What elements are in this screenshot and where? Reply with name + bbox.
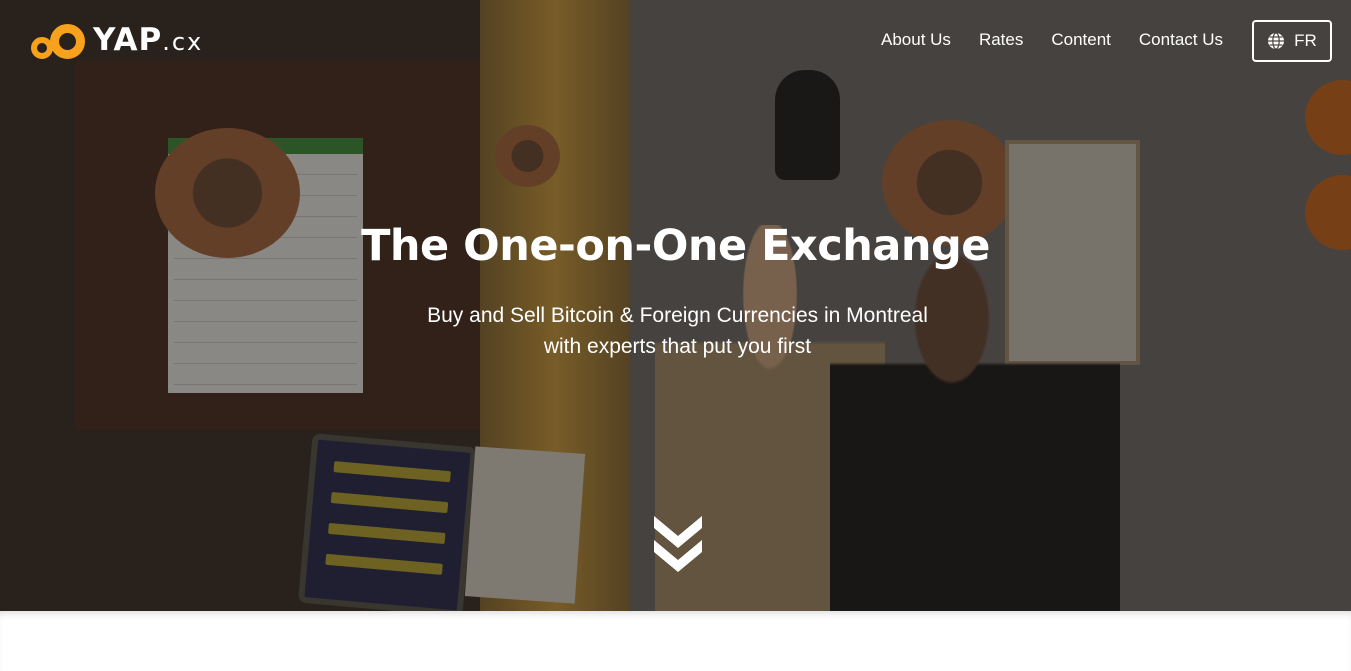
logo-mark-icon: [30, 21, 86, 61]
hero-subtitle: Buy and Sell Bitcoin & Foreign Currencie…: [375, 300, 980, 362]
logo-suffix: .cx: [162, 28, 204, 56]
globe-icon: [1268, 32, 1285, 50]
site-logo[interactable]: YAP.cx: [30, 20, 203, 62]
nav-about-us[interactable]: About Us: [881, 28, 951, 52]
nav-contact-us[interactable]: Contact Us: [1139, 28, 1223, 52]
scroll-down-button[interactable]: [648, 508, 708, 578]
logo-name: YAP: [93, 22, 163, 58]
double-chevron-down-icon: [654, 516, 702, 572]
nav-rates[interactable]: Rates: [979, 28, 1023, 52]
nav-content[interactable]: Content: [1051, 28, 1111, 52]
logo-wordmark: YAP.cx: [93, 20, 203, 62]
language-switch-button[interactable]: FR: [1252, 20, 1332, 62]
hero-title: The One-on-One Exchange: [361, 221, 990, 271]
content-section-start: [0, 611, 1351, 671]
hero-section: YAP.cx About Us Rates Content Contact Us…: [0, 0, 1351, 611]
hero-subtitle-line-2: with experts that put you first: [543, 335, 812, 358]
main-nav: About Us Rates Content Contact Us: [881, 28, 1223, 52]
hero-subtitle-line-1: Buy and Sell Bitcoin & Foreign Currencie…: [427, 304, 928, 327]
language-label: FR: [1294, 31, 1317, 50]
